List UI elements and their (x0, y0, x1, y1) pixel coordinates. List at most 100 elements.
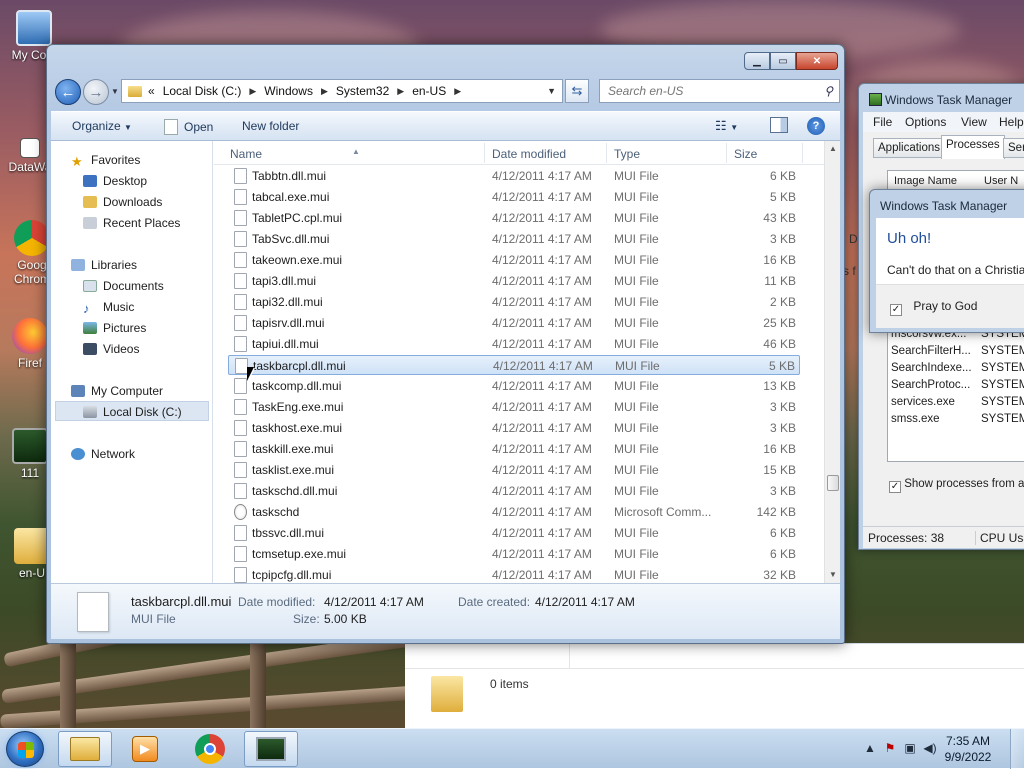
file-row[interactable]: tapi3.dll.mui 4/12/2011 4:17 AM MUI File 11… (228, 271, 800, 291)
tab-services[interactable]: Servi (1003, 138, 1024, 158)
chevron-right-icon[interactable]: ▶ (321, 86, 328, 97)
forward-button[interactable]: → (83, 79, 109, 105)
show-desktop-button[interactable] (1010, 729, 1024, 769)
file-row[interactable]: Tabbtn.dll.mui 4/12/2011 4:17 AM MUI File 6… (228, 166, 800, 186)
open-button[interactable]: Open (164, 119, 213, 135)
file-row[interactable]: TaskEng.exe.mui 4/12/2011 4:17 AM MUI File… (228, 397, 800, 417)
file-row[interactable]: takeown.exe.mui 4/12/2011 4:17 AM MUI File… (228, 250, 800, 270)
breadcrumb-local-disk[interactable]: Local Disk (C:) (163, 84, 242, 98)
process-row[interactable]: SearchProtoc... SYSTEM (883, 379, 1024, 396)
organize-button[interactable]: Organize ▼ (72, 119, 132, 133)
file-row[interactable]: tapi32.dll.mui 4/12/2011 4:17 AM MUI File 2… (228, 292, 800, 312)
search-input[interactable] (606, 83, 806, 99)
file-row[interactable]: tasklist.exe.mui 4/12/2011 4:17 AM MUI Fil… (228, 460, 800, 480)
menu-view[interactable]: View (961, 115, 987, 129)
tab-applications[interactable]: Applications (873, 138, 946, 158)
volume-icon[interactable]: ◀) (922, 741, 938, 757)
refresh-button[interactable]: ⇆ (565, 79, 589, 103)
menu-file[interactable]: File (873, 115, 892, 129)
view-options-icon[interactable]: ☷ ▼ (715, 118, 738, 134)
search-icon[interactable]: ⚲ (824, 84, 833, 98)
checkbox[interactable]: ✓ (890, 304, 902, 316)
column-user-name[interactable]: User N (984, 175, 1018, 187)
breadcrumb-system32[interactable]: System32 (336, 84, 389, 98)
breadcrumb-windows[interactable]: Windows (264, 84, 313, 98)
nav-network[interactable]: Network (71, 444, 231, 464)
maximize-button[interactable]: ▭ (770, 52, 796, 70)
file-row[interactable]: taskcomp.dll.mui 4/12/2011 4:17 AM MUI Fil… (228, 376, 800, 396)
breadcrumb-en-us[interactable]: en-US (412, 84, 446, 98)
file-row[interactable]: tcpipcfg.dll.mui 4/12/2011 4:17 AM MUI Fil… (228, 565, 800, 583)
network-icon[interactable]: ▣ (902, 741, 918, 757)
column-type[interactable]: Type (614, 147, 640, 161)
nav-favorites[interactable]: ★ Favorites (71, 150, 231, 170)
process-row[interactable]: smss.exe SYSTEM (883, 413, 1024, 430)
chevron-right-icon[interactable]: ▶ (454, 86, 461, 97)
column-date-modified[interactable]: Date modified (492, 147, 566, 161)
explorer-window[interactable]: ▁ ▭ ✕ ← → ▼ « Local Disk (C:) ▶ Windows … (46, 44, 845, 644)
clock[interactable]: 7:35 AM 9/9/2022 (938, 733, 998, 765)
menu-help[interactable]: Help (999, 115, 1024, 129)
taskbar-task-manager[interactable] (244, 731, 298, 767)
process-row[interactable]: SearchIndexe... SYSTEM (883, 362, 1024, 379)
file-row[interactable]: tapiui.dll.mui 4/12/2011 4:17 AM MUI File 4… (228, 334, 800, 354)
nav-local-disk[interactable]: Local Disk (C:) (55, 401, 209, 421)
file-row[interactable]: taskschd.dll.mui 4/12/2011 4:17 AM MUI Fil… (228, 481, 800, 501)
nav-my-computer[interactable]: My Computer (71, 381, 231, 401)
file-row[interactable]: taskbarcpl.dll.mui 4/12/2011 4:17 AM MUI F… (228, 355, 800, 375)
chevron-right-icon[interactable]: ▶ (397, 86, 404, 97)
vertical-scrollbar[interactable]: ▲ ▼ (824, 141, 840, 583)
file-row[interactable]: taskschd 4/12/2011 4:17 AM Microsoft Comm.… (228, 502, 800, 522)
file-row[interactable]: taskhost.exe.mui 4/12/2011 4:17 AM MUI Fil… (228, 418, 800, 438)
taskbar-chrome[interactable] (183, 731, 237, 767)
back-button[interactable]: ← (55, 79, 81, 105)
search-box[interactable]: ⚲ (599, 79, 840, 103)
column-divider[interactable] (802, 143, 803, 163)
file-row[interactable]: TabSvc.dll.mui 4/12/2011 4:17 AM MUI File 3… (228, 229, 800, 249)
menu-options[interactable]: Options (905, 115, 946, 129)
checkbox[interactable]: ✓ (889, 481, 901, 493)
tab-processes[interactable]: Processes (941, 135, 1005, 159)
minimize-button[interactable]: ▁ (744, 52, 770, 70)
file-row[interactable]: tabcal.exe.mui 4/12/2011 4:17 AM MUI File 5… (228, 187, 800, 207)
file-row[interactable]: taskkill.exe.mui 4/12/2011 4:17 AM MUI Fil… (228, 439, 800, 459)
dialog-footer: ✓ Pray to God (876, 284, 1024, 328)
address-bar[interactable]: « Local Disk (C:) ▶ Windows ▶ System32 ▶… (121, 79, 563, 103)
new-folder-button[interactable]: New folder (242, 119, 299, 133)
scroll-thumb[interactable] (827, 475, 839, 491)
column-divider[interactable] (726, 143, 727, 163)
close-button[interactable]: ✕ (796, 52, 838, 70)
breadcrumb-overflow[interactable]: « (148, 84, 155, 98)
help-icon[interactable]: ? (807, 117, 825, 135)
column-name[interactable]: Name (230, 147, 262, 161)
uh-oh-dialog[interactable]: Windows Task Manager Uh oh! Can't do tha… (869, 189, 1024, 333)
scroll-up-arrow[interactable]: ▲ (825, 141, 841, 157)
column-divider[interactable] (484, 143, 485, 163)
file-date: 4/12/2011 4:17 AM (492, 568, 592, 582)
taskbar-media-player[interactable]: ▶ (118, 731, 172, 767)
preview-pane-icon[interactable] (770, 117, 788, 133)
nav-libraries[interactable]: Libraries (71, 255, 231, 275)
recent-pages-dropdown[interactable]: ▼ (111, 87, 119, 96)
file-list[interactable]: ▲ Name Date modified Type Size Tabbtn.dl… (214, 141, 824, 583)
show-hidden-icons-icon[interactable]: ▲ (862, 741, 878, 757)
file-row[interactable]: TabletPC.cpl.mui 4/12/2011 4:17 AM MUI Fil… (228, 208, 800, 228)
file-row[interactable]: tapisrv.dll.mui 4/12/2011 4:17 AM MUI File… (228, 313, 800, 333)
column-image-name[interactable]: Image Name (894, 175, 957, 187)
chevron-right-icon[interactable]: ▶ (249, 86, 256, 97)
item-count: 0 items (490, 677, 529, 691)
column-divider[interactable] (606, 143, 607, 163)
start-button[interactable] (6, 731, 44, 767)
process-row[interactable]: services.exe SYSTEM (883, 396, 1024, 413)
scroll-down-arrow[interactable]: ▼ (825, 567, 841, 583)
background-folder-window[interactable]: 0 items (405, 643, 1024, 728)
file-row[interactable]: tcmsetup.exe.mui 4/12/2011 4:17 AM MUI Fil… (228, 544, 800, 564)
show-all-processes[interactable]: ✓ Show processes from all u (889, 478, 1024, 493)
process-row[interactable]: SearchFilterH... SYSTEM (883, 345, 1024, 362)
taskbar-explorer[interactable] (58, 731, 112, 767)
pray-checkbox[interactable]: ✓ Pray to God (890, 299, 977, 316)
address-dropdown[interactable]: ▼ (547, 86, 556, 96)
file-row[interactable]: tbssvc.dll.mui 4/12/2011 4:17 AM MUI File 6… (228, 523, 800, 543)
column-size[interactable]: Size (734, 147, 757, 161)
action-center-icon[interactable]: ⚑ (882, 741, 898, 757)
